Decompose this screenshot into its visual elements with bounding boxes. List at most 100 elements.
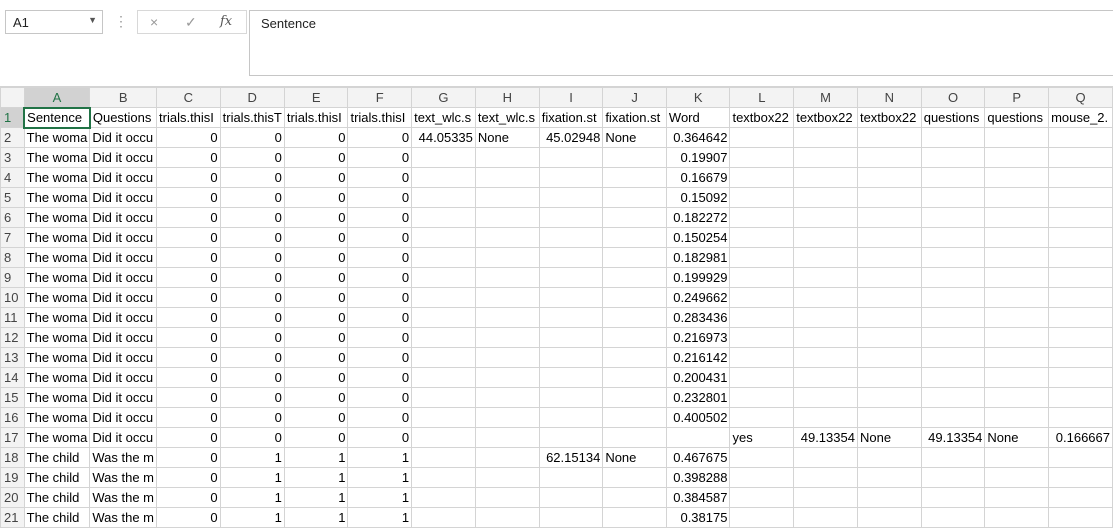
cell-j14[interactable]: [602, 367, 667, 388]
row-header-20[interactable]: 20: [0, 487, 25, 508]
cell-b13[interactable]: Did it occu: [89, 347, 158, 368]
cell-j3[interactable]: [602, 147, 667, 168]
cell-i17[interactable]: [538, 427, 604, 448]
cell-q11[interactable]: [1048, 307, 1113, 328]
cell-d21[interactable]: 1: [219, 507, 285, 528]
cell-a15[interactable]: The woma: [23, 387, 91, 408]
cell-o13[interactable]: [920, 347, 986, 368]
cell-k8[interactable]: 0.182981: [665, 247, 731, 268]
cell-p20[interactable]: [984, 487, 1050, 508]
cell-f13[interactable]: 0: [347, 347, 413, 368]
cell-q10[interactable]: [1048, 287, 1113, 308]
cell-q18[interactable]: [1048, 447, 1113, 468]
cell-b12[interactable]: Did it occu: [89, 327, 158, 348]
cell-e9[interactable]: 0: [283, 267, 349, 288]
cell-j19[interactable]: [602, 467, 667, 488]
cell-a20[interactable]: The child: [23, 487, 91, 508]
cell-j10[interactable]: [602, 287, 667, 308]
cell-q7[interactable]: [1048, 227, 1113, 248]
cell-p21[interactable]: [984, 507, 1050, 528]
cell-g8[interactable]: [411, 247, 476, 268]
cell-f1[interactable]: trials.thisI: [347, 107, 413, 128]
cell-e3[interactable]: 0: [283, 147, 349, 168]
cell-c16[interactable]: 0: [156, 407, 221, 428]
cell-h10[interactable]: [474, 287, 540, 308]
cell-b9[interactable]: Did it occu: [89, 267, 158, 288]
cell-p12[interactable]: [984, 327, 1050, 348]
cell-h9[interactable]: [474, 267, 540, 288]
cell-l10[interactable]: [729, 287, 795, 308]
cell-h6[interactable]: [474, 207, 540, 228]
cell-p6[interactable]: [984, 207, 1050, 228]
cell-m9[interactable]: [793, 267, 858, 288]
cell-l20[interactable]: [729, 487, 795, 508]
cell-d1[interactable]: trials.thisT: [219, 107, 285, 128]
cell-q9[interactable]: [1048, 267, 1113, 288]
cell-o19[interactable]: [920, 467, 986, 488]
cell-m21[interactable]: [793, 507, 858, 528]
cell-d2[interactable]: 0: [219, 127, 285, 148]
enter-icon[interactable]: ✓: [185, 14, 197, 31]
cell-a5[interactable]: The woma: [23, 187, 91, 208]
cell-g20[interactable]: [411, 487, 476, 508]
row-header-4[interactable]: 4: [0, 167, 25, 188]
cell-e7[interactable]: 0: [283, 227, 349, 248]
spreadsheet-grid[interactable]: ABCDEFGHIJKLMNOPQ 1 Sentence Questions tria…: [0, 87, 1113, 528]
cell-q17[interactable]: 0.166667: [1048, 427, 1113, 448]
cell-h12[interactable]: [474, 327, 540, 348]
cell-d15[interactable]: 0: [219, 387, 285, 408]
cell-e11[interactable]: 0: [283, 307, 349, 328]
column-header-n[interactable]: N: [856, 87, 922, 108]
cell-n9[interactable]: [856, 267, 922, 288]
cell-o16[interactable]: [920, 407, 986, 428]
column-header-h[interactable]: H: [474, 87, 540, 108]
insert-function-button[interactable]: fx: [220, 14, 232, 29]
formula-input[interactable]: Sentence: [249, 10, 1113, 76]
cell-h19[interactable]: [474, 467, 540, 488]
cell-m4[interactable]: [793, 167, 858, 188]
cell-i5[interactable]: [538, 187, 604, 208]
cell-g16[interactable]: [411, 407, 476, 428]
cell-k15[interactable]: 0.232801: [665, 387, 731, 408]
cell-j12[interactable]: [602, 327, 667, 348]
cell-g12[interactable]: [411, 327, 476, 348]
cell-h11[interactable]: [474, 307, 540, 328]
cell-q12[interactable]: [1048, 327, 1113, 348]
cell-l18[interactable]: [729, 447, 795, 468]
cell-i15[interactable]: [538, 387, 604, 408]
cell-g13[interactable]: [411, 347, 476, 368]
cell-l21[interactable]: [729, 507, 795, 528]
cell-m20[interactable]: [793, 487, 858, 508]
cell-e19[interactable]: 1: [283, 467, 349, 488]
cell-o1[interactable]: questions: [920, 107, 986, 128]
cell-b14[interactable]: Did it occu: [89, 367, 158, 388]
row-header-3[interactable]: 3: [0, 147, 25, 168]
cell-c6[interactable]: 0: [156, 207, 221, 228]
cell-p18[interactable]: [984, 447, 1050, 468]
cell-d10[interactable]: 0: [219, 287, 285, 308]
column-header-p[interactable]: P: [984, 87, 1050, 108]
cell-j8[interactable]: [602, 247, 667, 268]
cell-j11[interactable]: [602, 307, 667, 328]
cell-d13[interactable]: 0: [219, 347, 285, 368]
cell-j20[interactable]: [602, 487, 667, 508]
cell-n7[interactable]: [856, 227, 922, 248]
cell-c14[interactable]: 0: [156, 367, 221, 388]
cell-m15[interactable]: [793, 387, 858, 408]
cell-c8[interactable]: 0: [156, 247, 221, 268]
cell-f12[interactable]: 0: [347, 327, 413, 348]
cell-k5[interactable]: 0.15092: [665, 187, 731, 208]
cell-k4[interactable]: 0.16679: [665, 167, 731, 188]
cell-o7[interactable]: [920, 227, 986, 248]
cell-g1[interactable]: text_wlc.s: [411, 107, 476, 128]
name-box[interactable]: A1 ▼: [5, 10, 103, 34]
cell-g11[interactable]: [411, 307, 476, 328]
cell-l5[interactable]: [729, 187, 795, 208]
cell-l11[interactable]: [729, 307, 795, 328]
cell-k1[interactable]: Word: [665, 107, 731, 128]
cell-j15[interactable]: [602, 387, 667, 408]
cell-a1[interactable]: Sentence: [23, 106, 91, 129]
cell-e14[interactable]: 0: [283, 367, 349, 388]
cell-g5[interactable]: [411, 187, 476, 208]
cell-g3[interactable]: [411, 147, 476, 168]
